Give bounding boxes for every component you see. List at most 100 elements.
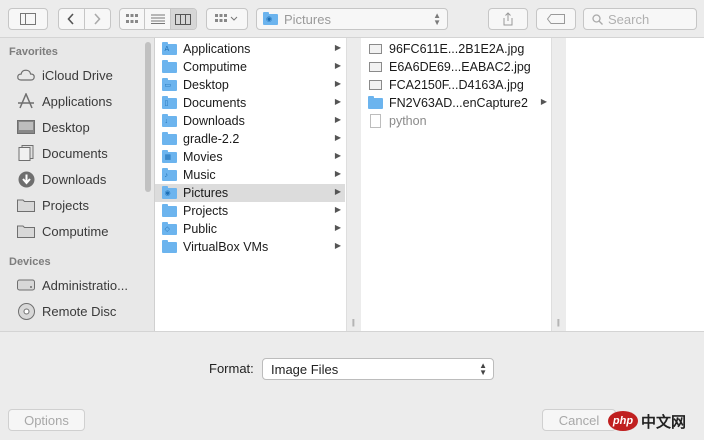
column-view-button[interactable]	[170, 9, 196, 29]
sidebar-item-label: Desktop	[42, 119, 90, 135]
format-popup[interactable]: Image Files ▲ ▼	[262, 358, 494, 380]
list-item-label: FN2V63AD...enCapture2	[389, 96, 528, 110]
devices-header: Devices	[9, 256, 51, 268]
list-item[interactable]: python	[361, 112, 551, 130]
list-item[interactable]: gradle-2.2 ▶	[155, 130, 345, 148]
sidebar-item-remote-disc[interactable]: Remote Disc	[16, 301, 152, 321]
arrange-grid-icon	[215, 14, 238, 22]
image-file-icon	[367, 43, 383, 56]
watermark-text: 中文网	[641, 413, 687, 431]
sidebar-item-applications[interactable]: Applications	[16, 91, 152, 111]
back-button[interactable]	[59, 9, 85, 29]
format-area: Format: Image Files ▲ ▼	[0, 331, 704, 401]
search-field[interactable]	[583, 8, 697, 30]
sidebar-item-label: Projects	[42, 197, 89, 213]
watermark: php 中文网	[608, 410, 698, 432]
list-item-label: E6A6DE69...EABAC2.jpg	[389, 60, 531, 74]
chevron-right-icon: ▶	[334, 43, 341, 52]
tag-icon	[547, 14, 565, 24]
folder-icon: ▦	[161, 149, 177, 164]
tags-button[interactable]	[536, 8, 576, 30]
list-item-label: FCA2150F...D4163A.jpg	[389, 78, 524, 92]
options-button[interactable]: Options	[8, 409, 85, 431]
sidebar-item-label: Computime	[42, 223, 109, 239]
share-icon	[503, 12, 513, 26]
list-item-label: gradle-2.2	[183, 132, 240, 146]
list-item[interactable]: VirtualBox VMs ▶	[155, 238, 345, 256]
sidebar-item-downloads[interactable]: Downloads	[16, 169, 152, 189]
list-view-button[interactable]	[145, 9, 171, 29]
sidebar-item-computime[interactable]: Computime	[16, 221, 152, 241]
chevron-right-icon: ▶	[334, 205, 341, 214]
folder-icon	[161, 59, 177, 74]
list-item[interactable]: Computime ▶	[155, 58, 345, 76]
image-file-icon	[367, 79, 383, 92]
list-item[interactable]: Projects ▶	[155, 202, 345, 220]
sidebar-item-label: Documents	[42, 145, 108, 161]
list-item[interactable]: ▯ Documents ▶	[155, 94, 345, 112]
list-item[interactable]: ♪ Music ▶	[155, 166, 345, 184]
chevron-right-icon	[94, 13, 101, 25]
list-item-label: VirtualBox VMs	[183, 240, 269, 254]
cloud-icon	[16, 66, 36, 84]
list-item-label: Music	[183, 168, 216, 182]
sidebar-scrollbar[interactable]	[145, 42, 151, 192]
folder-icon	[161, 131, 177, 146]
list-item-label: Movies	[183, 150, 223, 164]
list-item-label: Public	[183, 222, 218, 236]
remote-disc-icon	[16, 302, 36, 320]
list-item[interactable]: ◉ Pictures ▶	[155, 184, 345, 202]
list-item[interactable]: ▭ Desktop ▶	[155, 76, 345, 94]
favorites-header: Favorites	[9, 46, 58, 58]
chevron-right-icon: ▶	[334, 223, 341, 232]
share-button[interactable]	[488, 8, 528, 30]
cancel-button[interactable]: Cancel	[542, 409, 616, 431]
column-empty	[566, 38, 704, 331]
folder-icon: A	[161, 41, 177, 56]
folder-icon	[161, 239, 177, 254]
list-item[interactable]: A Applications ▶	[155, 40, 345, 58]
column-resize-grip[interactable]: ||	[557, 318, 560, 327]
chevron-right-icon: ▶	[334, 133, 341, 142]
toolbar: ◉ Pictures ▲ ▼	[0, 0, 704, 38]
chevron-right-icon: ▶	[334, 115, 341, 124]
column-resize-grip[interactable]: ||	[352, 318, 355, 327]
downloads-icon	[16, 170, 36, 188]
list-item[interactable]: 96FC611E...2B1E2A.jpg	[361, 40, 551, 58]
sidebar-item-desktop[interactable]: Desktop	[16, 117, 152, 137]
list-item[interactable]: FN2V63AD...enCapture2 ▶	[361, 94, 551, 112]
documents-icon	[16, 144, 36, 162]
list-item[interactable]: ◇ Public ▶	[155, 220, 345, 238]
chevron-right-icon: ▶	[334, 97, 341, 106]
list-item-label: Pictures	[183, 186, 229, 200]
sidebar-item-icloud-drive[interactable]: iCloud Drive	[16, 65, 152, 85]
forward-button[interactable]	[85, 9, 110, 29]
list-item-label: Applications	[183, 42, 251, 56]
list-item-label: Downloads	[183, 114, 245, 128]
chevron-right-icon: ▶	[334, 61, 341, 70]
disk-icon	[16, 276, 36, 294]
sidebar-toggle-button[interactable]	[8, 8, 48, 30]
list-item[interactable]: FCA2150F...D4163A.jpg	[361, 76, 551, 94]
sidebar-item-administration[interactable]: Administratio...	[16, 275, 152, 295]
chevron-left-icon	[67, 13, 74, 25]
arrange-button[interactable]	[206, 8, 248, 30]
list-item[interactable]: ▦ Movies ▶	[155, 148, 345, 166]
icon-view-button[interactable]	[120, 9, 146, 29]
folder-icon: ◉	[161, 185, 177, 200]
view-mode-control	[119, 8, 197, 30]
path-popup[interactable]: ◉ Pictures ▲ ▼	[256, 8, 448, 30]
chevron-right-icon: ▶	[334, 169, 341, 178]
sidebar-item-projects[interactable]: Projects	[16, 195, 152, 215]
search-input[interactable]	[608, 11, 688, 27]
list-item[interactable]: E6A6DE69...EABAC2.jpg	[361, 58, 551, 76]
watermark-logo: php	[608, 411, 638, 431]
list-item[interactable]: ↓ Downloads ▶	[155, 112, 345, 130]
sidebar-item-documents[interactable]: Documents	[16, 143, 152, 163]
grid-icon	[126, 14, 139, 23]
sidebar-icon	[20, 13, 36, 25]
pictures-folder-icon: ◉	[263, 11, 278, 25]
path-label: Pictures	[284, 11, 331, 27]
sidebar-item-label: Remote Disc	[42, 303, 117, 319]
list-item-label: Computime	[183, 60, 247, 74]
